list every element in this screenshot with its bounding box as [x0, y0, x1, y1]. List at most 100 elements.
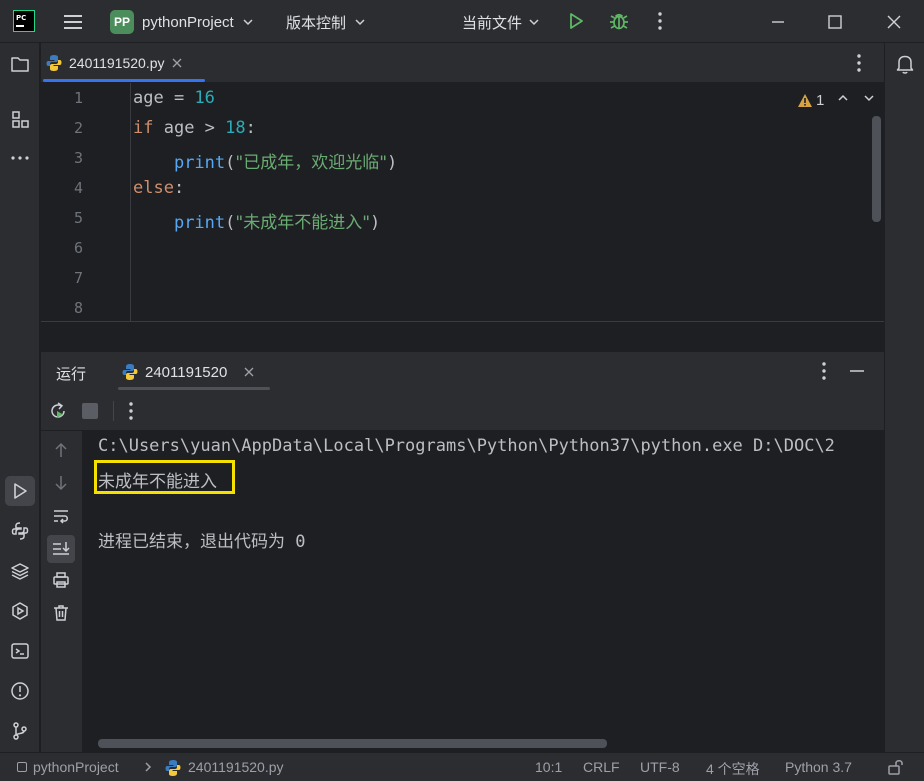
code-token: ): [387, 153, 398, 173]
print-icon[interactable]: [52, 571, 70, 589]
panel-splitter[interactable]: [41, 321, 884, 352]
close-tab-icon[interactable]: [171, 57, 183, 69]
run-config-selector[interactable]: 当前文件: [462, 10, 540, 34]
more-actions-icon[interactable]: [652, 11, 668, 31]
run-panel-title: 运行: [56, 366, 87, 383]
line-number: 5: [73, 209, 83, 227]
previous-highlight-icon[interactable]: [837, 92, 849, 104]
terminal-icon[interactable]: [10, 641, 30, 661]
play-icon: [14, 483, 27, 499]
editor-tab-active[interactable]: 2401191520.py: [45, 43, 183, 82]
scroll-to-end-button[interactable]: [47, 535, 75, 563]
next-highlight-icon[interactable]: [863, 92, 875, 104]
code-line-4: else:: [133, 178, 184, 198]
run-tab-indicator: [118, 387, 270, 390]
code-token: print: [173, 213, 226, 233]
editor-tabs-menu-icon[interactable]: [851, 53, 867, 73]
up-arrow-icon[interactable]: [52, 441, 70, 459]
down-arrow-icon[interactable]: [52, 474, 70, 492]
toolbar-divider: [113, 401, 114, 421]
chevron-down-icon: [354, 16, 366, 28]
line-number: 2: [73, 119, 83, 137]
run-console[interactable]: C:\Users\yuan\AppData\Local\Programs\Pyt…: [82, 431, 884, 752]
code-token: else: [133, 178, 174, 198]
chevron-down-icon: [242, 16, 254, 28]
services-icon[interactable]: [10, 601, 30, 621]
close-window-icon[interactable]: [884, 12, 904, 32]
run-side-toolbar: [41, 431, 82, 752]
python-console-icon[interactable]: [10, 521, 30, 541]
vcs-menu[interactable]: 版本控制: [286, 10, 366, 34]
warning-count: 1: [816, 91, 825, 109]
project-square-icon: [17, 762, 27, 772]
main-menu-icon[interactable]: [62, 12, 84, 32]
more-run-actions-icon[interactable]: [123, 401, 139, 421]
problems-icon[interactable]: [10, 681, 30, 701]
trash-icon[interactable]: [52, 604, 70, 622]
run-tool-window-button[interactable]: [5, 476, 35, 506]
scroll-to-end-icon: [53, 542, 70, 555]
code-line-2: if age > 18:: [133, 118, 256, 138]
code-line-1: age = 16: [133, 88, 215, 108]
inspection-widget[interactable]: 1: [797, 90, 824, 110]
left-tool-strip: [0, 43, 40, 752]
chevron-down-icon: [528, 16, 540, 28]
code-line-5: print("未成年不能进入"): [133, 208, 380, 233]
breadcrumb-file[interactable]: 2401191520.py: [188, 759, 284, 775]
run-tab[interactable]: 2401191520: [121, 361, 255, 383]
code-token: :: [173, 178, 185, 198]
code-token: if: [133, 118, 154, 138]
breadcrumb-project[interactable]: pythonProject: [33, 759, 119, 775]
rerun-icon[interactable]: [48, 401, 68, 421]
line-number: 7: [73, 269, 83, 287]
soft-wrap-icon[interactable]: [52, 507, 70, 525]
python-file-icon: [164, 759, 182, 777]
code-editor[interactable]: 1 2 3 4 5 6 7 8 age = 16 if age > 18: pr…: [41, 83, 884, 321]
line-number: 8: [73, 299, 83, 317]
console-command-line: C:\Users\yuan\AppData\Local\Programs\Pyt…: [98, 436, 835, 456]
python-interpreter[interactable]: Python 3.7: [785, 759, 852, 775]
git-icon[interactable]: [10, 721, 30, 741]
code-token: (: [225, 153, 236, 173]
line-separator[interactable]: CRLF: [583, 759, 620, 775]
run-button[interactable]: [566, 11, 586, 31]
project-folder-icon[interactable]: [10, 55, 30, 73]
project-switcher[interactable]: PP pythonProject: [110, 10, 254, 34]
status-bar: pythonProject 2401191520.py 10:1 CRLF UT…: [0, 752, 924, 781]
code-token: 16: [194, 88, 215, 108]
lock-icon[interactable]: [887, 758, 905, 776]
python-file-icon: [121, 363, 139, 381]
active-tab-indicator: [43, 79, 205, 82]
stop-icon[interactable]: [82, 403, 98, 419]
maximize-icon[interactable]: [825, 12, 845, 32]
more-tools-icon[interactable]: [10, 151, 30, 165]
code-token: 18: [225, 118, 246, 138]
code-token: age: [133, 88, 164, 108]
code-token: "已成年，欢迎光临": [235, 153, 388, 173]
breadcrumb-chevron-icon: [143, 761, 153, 773]
editor-tabs: 2401191520.py: [41, 43, 884, 83]
warning-icon: [797, 93, 813, 108]
line-number: 4: [73, 179, 83, 197]
structure-icon[interactable]: [10, 109, 30, 129]
layers-icon[interactable]: [10, 561, 30, 581]
file-encoding[interactable]: UTF-8: [640, 759, 680, 775]
highlight-box: [94, 460, 235, 494]
minimize-icon[interactable]: [768, 12, 788, 32]
title-bar: PC PP pythonProject 版本控制 当前文件: [0, 0, 924, 43]
code-token: "未成年不能进入": [235, 213, 371, 233]
project-name: pythonProject: [142, 13, 234, 31]
run-panel-options-icon[interactable]: [816, 361, 832, 381]
hide-panel-icon[interactable]: [848, 361, 866, 381]
close-tab-icon[interactable]: [243, 366, 255, 378]
editor-scrollbar[interactable]: [872, 116, 881, 222]
right-tool-strip: [884, 43, 924, 752]
console-exit-line: 进程已结束，退出代码为 0: [98, 532, 306, 552]
notifications-bell-icon[interactable]: [895, 53, 915, 75]
indent-setting[interactable]: 4 个空格: [706, 759, 760, 779]
debug-button[interactable]: [608, 10, 630, 32]
console-horizontal-scrollbar[interactable]: [98, 739, 607, 748]
caret-position[interactable]: 10:1: [535, 759, 562, 775]
pycharm-logo: PC: [13, 10, 35, 32]
